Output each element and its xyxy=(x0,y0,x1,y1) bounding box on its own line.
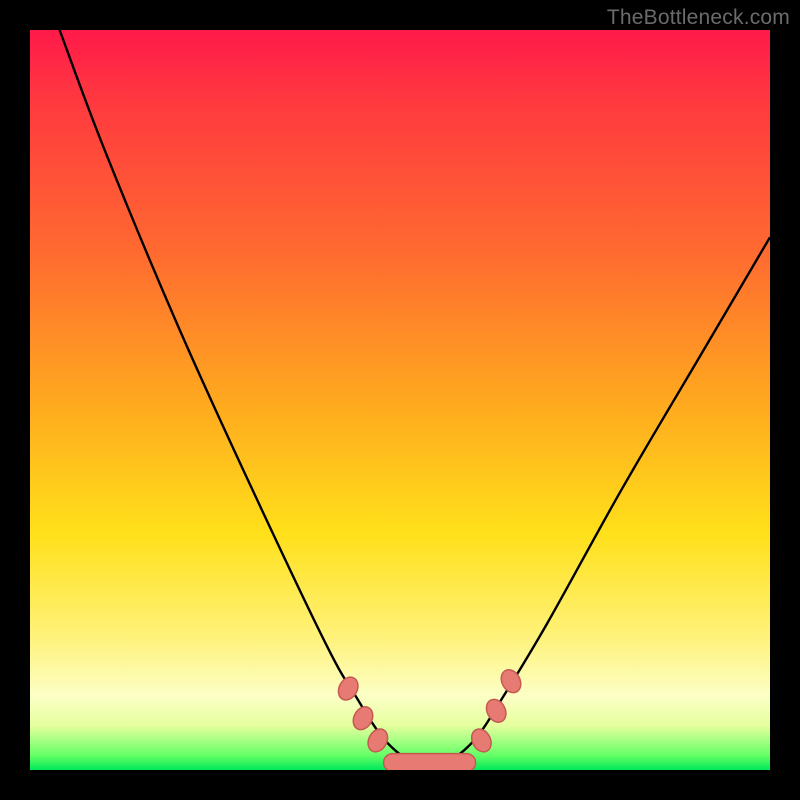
chart-frame: TheBottleneck.com xyxy=(0,0,800,800)
plot-area xyxy=(30,30,770,770)
marker-left-lower xyxy=(364,726,391,756)
marker-valley-pill xyxy=(384,754,476,770)
marker-right-lower xyxy=(468,726,495,756)
bottleneck-curve-svg xyxy=(30,30,770,770)
watermark-text: TheBottleneck.com xyxy=(607,6,790,30)
marker-left-mid xyxy=(349,703,376,733)
valley-markers xyxy=(335,666,525,770)
bottleneck-curve xyxy=(60,30,770,765)
